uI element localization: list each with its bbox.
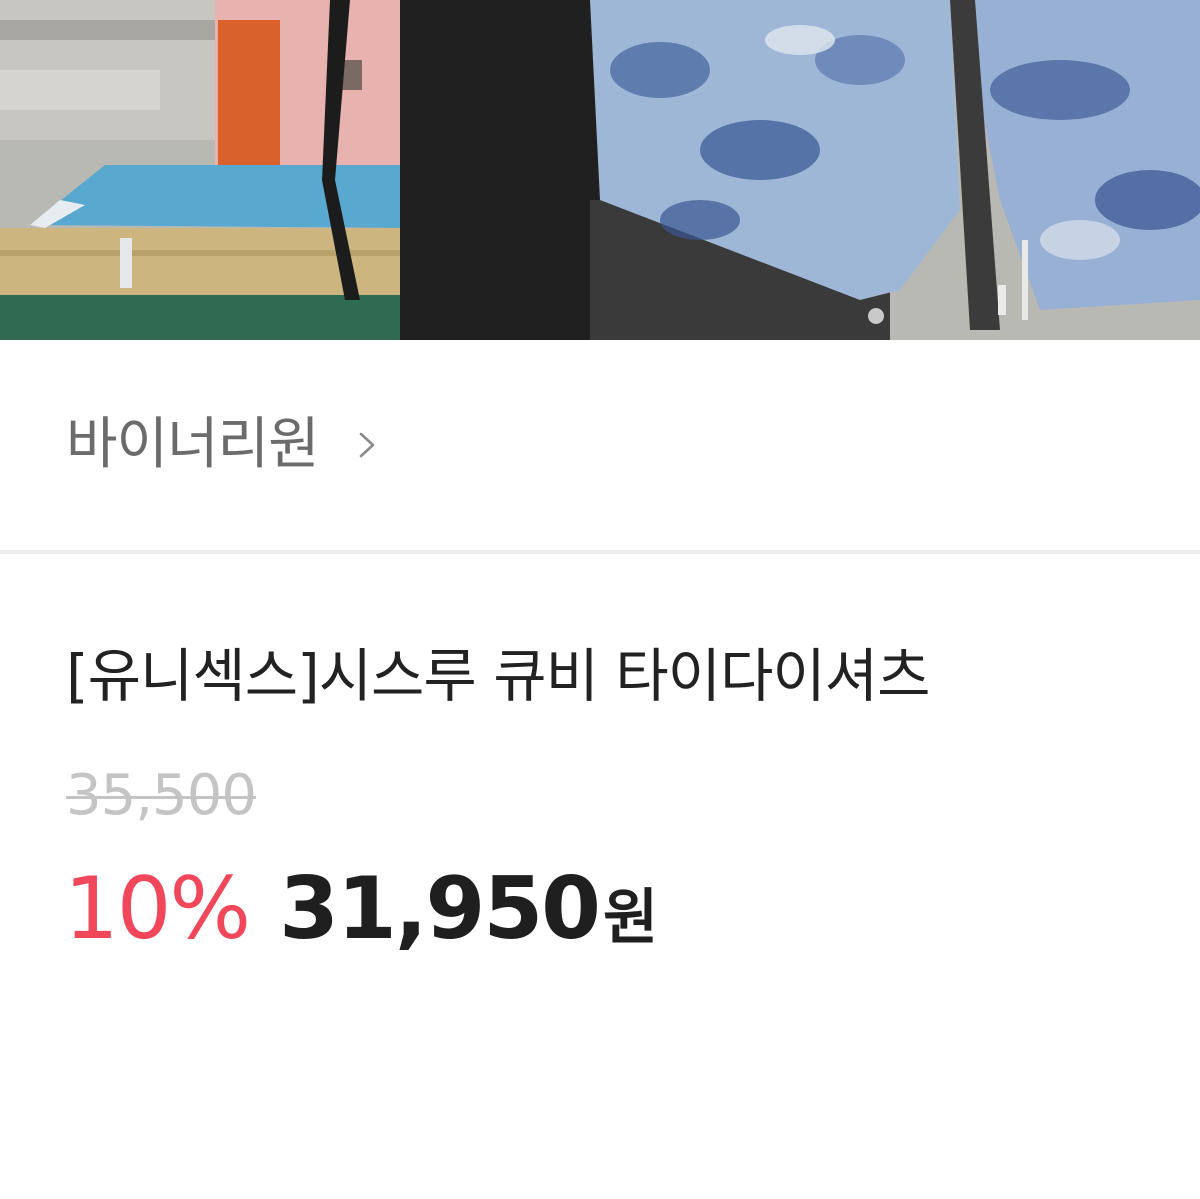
chevron-right-icon [357,430,387,460]
product-image[interactable] [0,0,1200,340]
section-divider [0,550,1200,554]
currency-unit: 원 [603,883,659,953]
seller-link[interactable]: 바이너리원 [0,340,1200,550]
sale-price: 31,950 [279,859,601,959]
discount-rate: 10% [64,859,251,959]
seller-name: 바이너리원 [66,412,320,477]
product-title: [유니섹스]시스루 큐비 타이다이셔츠 [66,642,931,710]
price-row: 10% 31,950 원 [64,866,658,952]
original-price: 35,500 [66,763,257,828]
